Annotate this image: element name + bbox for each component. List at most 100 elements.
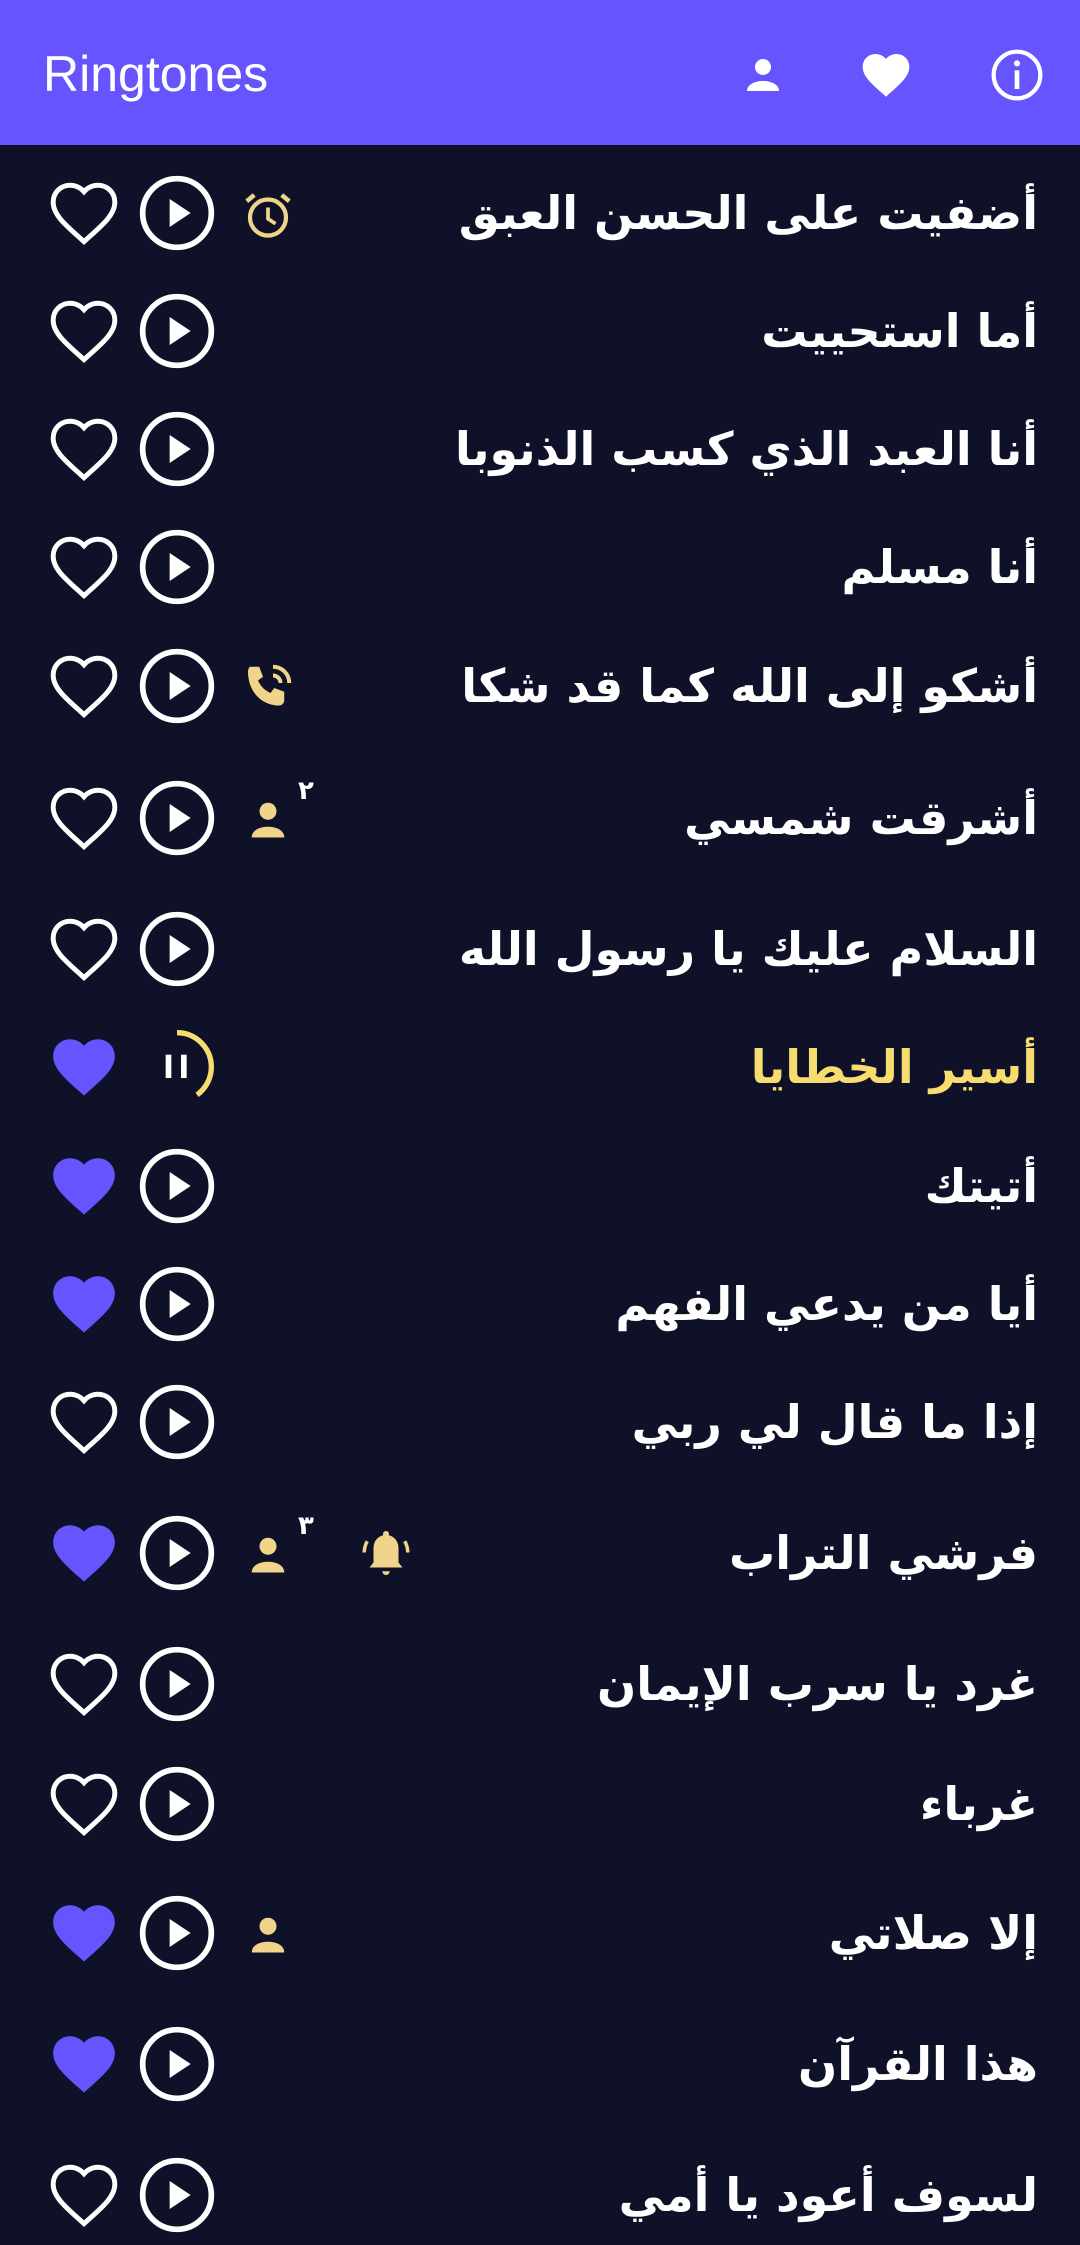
favorite-toggle[interactable] — [45, 530, 123, 604]
heart-outline-icon — [45, 300, 123, 372]
ringtone-row[interactable]: لسوف أعود يا أمي — [0, 2145, 1080, 2245]
ringtone-row[interactable]: أنا مسلم — [0, 517, 1080, 617]
play-icon — [139, 1515, 215, 1591]
play-icon — [139, 911, 215, 987]
play-button[interactable] — [137, 1264, 217, 1344]
favorite-toggle[interactable] — [45, 294, 123, 368]
heart-outline-icon — [45, 655, 123, 727]
ringtone-row[interactable]: أشكو إلى الله كما قد شكا — [0, 636, 1080, 736]
ringtone-row[interactable]: إلا صلاتي — [0, 1883, 1080, 1983]
assigned-alarm-indicator — [238, 185, 298, 245]
heart-outline-icon — [45, 1773, 123, 1845]
ringtone-title[interactable]: فرشي التراب — [729, 1503, 1038, 1603]
info-button[interactable] — [984, 42, 1050, 108]
ringtone-title[interactable]: أشكو إلى الله كما قد شكا — [461, 636, 1038, 736]
play-button[interactable] — [137, 2155, 217, 2235]
ringtone-title[interactable]: أيا من يدعي الفهم — [615, 1254, 1038, 1354]
heart-outline-icon — [45, 1391, 123, 1463]
play-icon — [139, 2157, 215, 2233]
pause-button[interactable] — [137, 1027, 217, 1107]
favorite-toggle[interactable] — [45, 2027, 123, 2101]
play-icon — [139, 293, 215, 369]
play-button[interactable] — [137, 1764, 217, 1844]
favorite-toggle[interactable] — [45, 1149, 123, 1223]
ringtone-row[interactable]: أتيتك — [0, 1136, 1080, 1236]
heart-outline-icon — [45, 787, 123, 859]
ringtone-title[interactable]: أشرقت شمسي — [684, 768, 1038, 868]
ringtone-title[interactable]: السلام عليك يا رسول الله — [459, 899, 1038, 999]
favorite-toggle[interactable] — [45, 412, 123, 486]
play-icon — [139, 648, 215, 724]
ringtone-row[interactable]: السلام عليك يا رسول الله — [0, 899, 1080, 999]
favorite-toggle[interactable] — [45, 1030, 123, 1104]
heart-filled-icon — [45, 1039, 123, 1108]
favorite-toggle[interactable] — [45, 1647, 123, 1721]
play-icon — [139, 411, 215, 487]
heart-filled-icon — [45, 1276, 123, 1345]
play-button[interactable] — [137, 1382, 217, 1462]
favorite-toggle[interactable] — [45, 176, 123, 250]
heart-filled-icon — [45, 2036, 123, 2105]
heart-outline-icon — [45, 918, 123, 990]
play-button[interactable] — [137, 1644, 217, 1724]
favorite-toggle[interactable] — [45, 1896, 123, 1970]
ringtone-title[interactable]: أنا العبد الذي كسب الذنوبا — [455, 399, 1038, 499]
assigned-contact-indicator — [238, 1905, 298, 1965]
favorites-button[interactable] — [853, 42, 919, 108]
contacts-button[interactable] — [730, 42, 796, 108]
play-button[interactable] — [137, 409, 217, 489]
play-icon — [139, 780, 215, 856]
ringtone-row[interactable]: أضفيت على الحسن العبق — [0, 163, 1080, 263]
app-title: Ringtones — [43, 46, 269, 102]
ringtone-row[interactable]: غرد يا سرب الإيمان — [0, 1634, 1080, 1734]
ringtone-title[interactable]: أنا مسلم — [842, 517, 1038, 617]
ringtone-row[interactable]: ٣ فرشي التراب — [0, 1503, 1080, 1603]
play-button[interactable] — [137, 778, 217, 858]
ringtone-row[interactable]: أما استحييت — [0, 281, 1080, 381]
heart-outline-icon — [45, 418, 123, 490]
play-button[interactable] — [137, 1893, 217, 1973]
favorite-toggle[interactable] — [45, 1767, 123, 1841]
favorite-toggle[interactable] — [45, 1267, 123, 1341]
favorite-toggle[interactable] — [45, 912, 123, 986]
ringtone-title[interactable]: لسوف أعود يا أمي — [619, 2145, 1038, 2245]
ringtone-title[interactable]: أما استحييت — [761, 281, 1038, 381]
favorite-toggle[interactable] — [45, 781, 123, 855]
play-button[interactable] — [137, 1513, 217, 1593]
play-button[interactable] — [137, 291, 217, 371]
play-button[interactable] — [137, 909, 217, 989]
ringtone-row[interactable]: أيا من يدعي الفهم — [0, 1254, 1080, 1354]
heart-icon — [862, 54, 910, 97]
play-button[interactable] — [137, 173, 217, 253]
ringtone-title[interactable]: أتيتك — [925, 1136, 1038, 1236]
favorite-toggle[interactable] — [45, 2158, 123, 2232]
phone-ringing-icon — [248, 664, 292, 706]
favorite-toggle[interactable] — [45, 1385, 123, 1459]
ringtone-title[interactable]: إلا صلاتي — [829, 1883, 1038, 1983]
ringtone-title[interactable]: هذا القرآن — [798, 2014, 1038, 2114]
ringtone-title[interactable]: إذا ما قال لي ربي — [632, 1372, 1038, 1472]
assigned-contact-indicator: ٢ — [238, 776, 314, 850]
play-icon — [139, 1266, 215, 1342]
play-button[interactable] — [137, 646, 217, 726]
contact-icon — [251, 1917, 285, 1953]
ringtone-title[interactable]: غرد يا سرب الإيمان — [597, 1634, 1038, 1734]
play-button[interactable] — [137, 2024, 217, 2104]
heart-outline-icon — [45, 536, 123, 608]
favorite-toggle[interactable] — [45, 649, 123, 723]
ringtone-title[interactable]: أسير الخطايا — [751, 1017, 1038, 1117]
assigned-contact-indicator: ٣ — [238, 1511, 314, 1585]
heart-outline-icon — [45, 2164, 123, 2236]
play-button[interactable] — [137, 1146, 217, 1226]
ringtone-row[interactable]: ٢ أشرقت شمسي — [0, 768, 1080, 868]
ringtone-row[interactable]: أنا العبد الذي كسب الذنوبا — [0, 399, 1080, 499]
ringtone-row[interactable]: هذا القرآن — [0, 2014, 1080, 2114]
play-button[interactable] — [137, 527, 217, 607]
ringtone-row[interactable]: أسير الخطايا — [0, 1017, 1080, 1117]
ringtone-row[interactable]: غرباء — [0, 1754, 1080, 1854]
ringtone-row[interactable]: إذا ما قال لي ربي — [0, 1372, 1080, 1472]
alarm-icon — [245, 193, 291, 238]
ringtone-title[interactable]: غرباء — [920, 1754, 1038, 1854]
ringtone-title[interactable]: أضفيت على الحسن العبق — [459, 163, 1038, 263]
favorite-toggle[interactable] — [45, 1516, 123, 1590]
